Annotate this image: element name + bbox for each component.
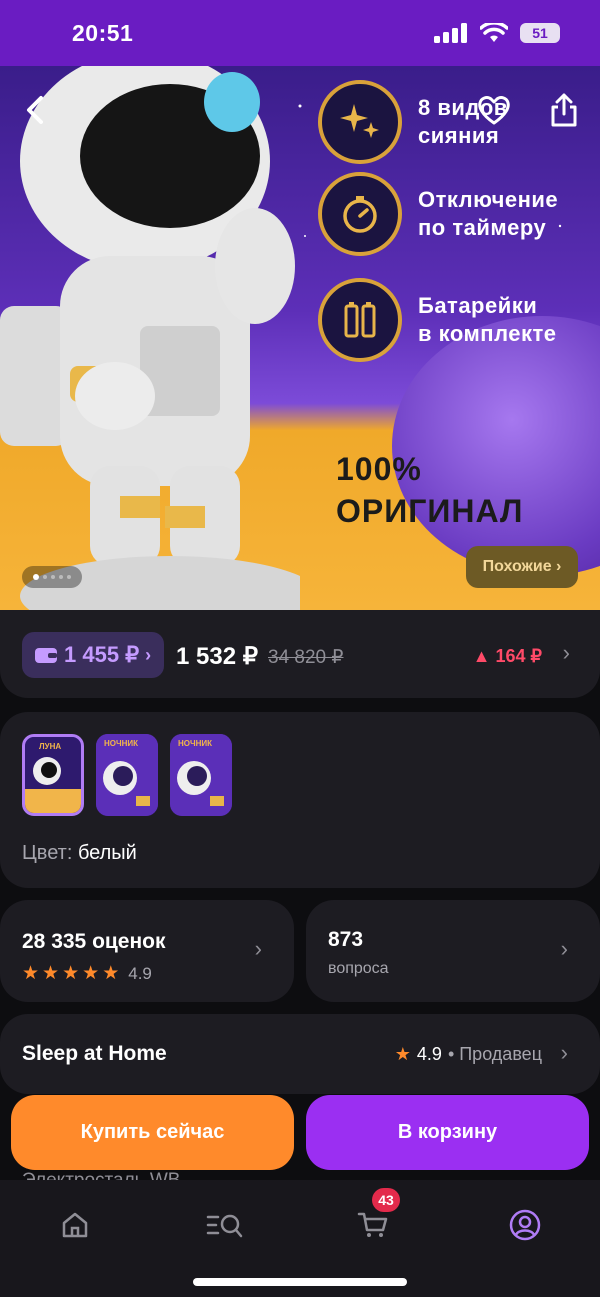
star-icon: ★ <box>62 963 80 984</box>
sparkles-icon <box>318 80 402 164</box>
battery-icon <box>318 278 402 362</box>
questions-count: 873 <box>328 928 364 951</box>
pagination-dot <box>51 575 55 579</box>
variant-caption: НОЧНИК <box>104 739 138 748</box>
battery-indicator: 51 <box>520 23 560 43</box>
reviews-card[interactable]: 28 335 оценок ★ ★ ★ ★ ★ 4.9 › <box>0 900 294 1002</box>
reviews-count: 28 335 оценок <box>22 930 166 953</box>
similar-button[interactable]: Похожие › <box>466 546 578 588</box>
variants-card: ЛУНА НОЧНИК НОЧНИК Цвет: белый <box>0 712 600 888</box>
share-button[interactable] <box>542 88 586 132</box>
profile-icon <box>509 1209 541 1241</box>
rating-value: 4.9 <box>128 963 152 983</box>
variant-image: НОЧНИК <box>96 734 158 816</box>
product-gallery[interactable]: 8 видов сияния Отключение по таймеру Бат… <box>0 66 600 610</box>
wallet-price-button[interactable]: 1 455 ₽ › <box>22 632 164 678</box>
timer-icon <box>318 172 402 256</box>
variant-thumb[interactable]: НОЧНИК <box>96 734 158 816</box>
tab-catalog[interactable] <box>200 1200 250 1250</box>
original-badge-text: 100% ОРИГИНАЛ <box>336 451 524 529</box>
astronaut-illustration <box>0 66 300 610</box>
color-selection: Цвет: белый <box>22 842 137 865</box>
home-indicator <box>193 1278 407 1286</box>
price-card[interactable]: 1 455 ₽ › 1 532 ₽ 34 820 ₽ ▲ 164 ₽ › <box>0 610 600 698</box>
pagination-dot <box>43 575 47 579</box>
cart-count-badge: 43 <box>372 1188 400 1212</box>
tab-profile[interactable] <box>500 1200 550 1250</box>
catalog-search-icon <box>206 1214 243 1238</box>
wallet-price: 1 455 ₽ <box>64 642 140 667</box>
old-price: 34 820 ₽ <box>268 647 344 668</box>
color-value: белый <box>77 842 137 864</box>
wifi-icon <box>480 23 508 42</box>
current-price: 1 532 ₽ <box>176 643 258 670</box>
pagination-dot <box>59 575 63 579</box>
star-icon: ★ <box>82 963 100 984</box>
star-icon: ★ <box>22 963 40 984</box>
add-to-cart-button[interactable]: В корзину <box>306 1095 589 1170</box>
variant-caption: НОЧНИК <box>178 739 212 748</box>
favorite-button[interactable] <box>472 88 516 132</box>
signal-icon <box>434 23 467 43</box>
chevron-right-icon[interactable]: › <box>563 640 570 666</box>
chevron-right-icon: › <box>254 936 262 961</box>
pagination-dot <box>67 575 71 579</box>
gallery-pagination <box>22 566 82 588</box>
feature-batteries: Батарейки в комплекте <box>318 278 557 362</box>
star-icon: ★ <box>394 1044 411 1064</box>
chevron-right-icon: › <box>560 936 568 961</box>
star-icon: ★ <box>102 963 120 984</box>
questions-card[interactable]: 873 вопроса › <box>306 900 600 1002</box>
rating-stars: ★ ★ ★ ★ ★ 4.9 <box>22 962 152 985</box>
share-icon <box>551 93 577 127</box>
seller-name: Sleep at Home <box>22 1042 167 1065</box>
variant-thumb[interactable]: ЛУНА <box>22 734 84 816</box>
cart-icon <box>357 1212 388 1237</box>
status-bar: 20:51 51 <box>0 0 600 66</box>
seller-rating: ★ 4.9 • Продавец <box>394 1044 542 1064</box>
buy-now-button[interactable]: Купить сейчас <box>11 1095 294 1170</box>
home-icon <box>62 1212 88 1238</box>
status-time: 20:51 <box>72 19 134 46</box>
variant-image: ЛУНА <box>25 737 81 813</box>
questions-label: вопроса <box>328 960 389 977</box>
color-label: Цвет: <box>22 842 73 864</box>
chevron-right-icon: › <box>145 644 152 665</box>
back-button[interactable] <box>14 88 58 132</box>
variant-image: НОЧНИК <box>170 734 232 816</box>
chevron-right-icon: › <box>560 1040 568 1065</box>
variant-thumb[interactable]: НОЧНИК <box>170 734 232 816</box>
pagination-dot <box>33 574 39 580</box>
feature-timer: Отключение по таймеру <box>318 172 558 256</box>
wallet-icon <box>35 648 57 663</box>
chevron-left-icon <box>27 96 43 124</box>
variant-caption: ЛУНА <box>39 742 61 751</box>
seller-card[interactable]: Sleep at Home ★ 4.9 • Продавец › <box>0 1014 600 1094</box>
price-change[interactable]: ▲ 164 ₽ <box>473 646 542 667</box>
star-icon: ★ <box>42 963 60 984</box>
tab-home[interactable] <box>50 1200 100 1250</box>
heart-icon <box>478 96 510 125</box>
arrow-up-icon: ▲ <box>472 646 491 666</box>
